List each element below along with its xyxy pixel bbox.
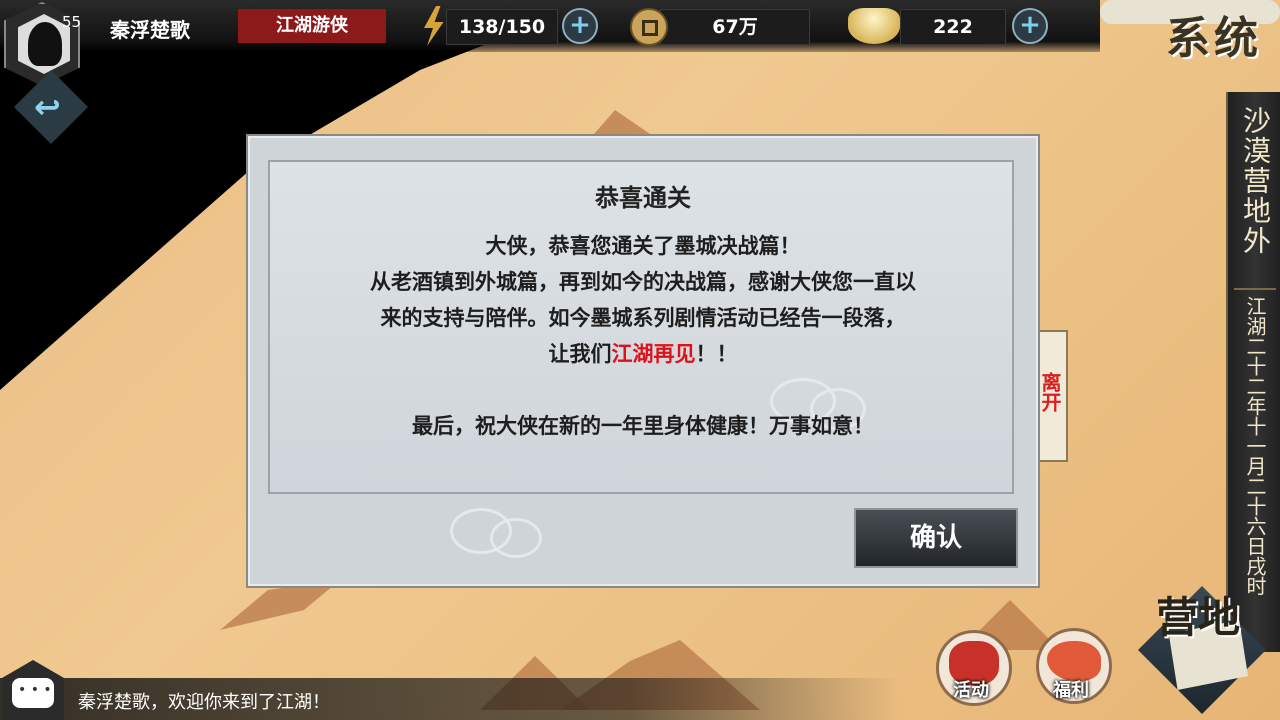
activity-label: 活动	[953, 680, 989, 701]
add-stamina-plus-icon[interactable]: +	[562, 8, 598, 44]
benefits-label: 福利	[1053, 680, 1089, 701]
player-level: 55	[62, 13, 82, 31]
system-label: 系统	[1166, 13, 1262, 64]
message-line: 让我们江湖再见！！	[250, 336, 1036, 372]
message-line: 最后，祝大侠在新的一年里身体健康！万事如意！	[412, 414, 874, 438]
player-title-badge[interactable]: 江湖游侠	[238, 9, 386, 43]
message-line: 来的支持与陪伴。如今墨城系列剧情活动已经告一段落，	[380, 306, 906, 330]
avatar-hair	[28, 22, 62, 66]
system-menu-button[interactable]: 系统	[1100, 0, 1280, 80]
player-name: 秦浮楚歌	[110, 18, 190, 42]
gold-ingot-icon	[848, 8, 900, 44]
back-arrow-icon: ↩	[34, 88, 61, 126]
dialog-message: 大侠，恭喜您通关了墨城决战篇！ 从老酒镇到外城篇，再到如今的决战篇，感谢大侠您一…	[250, 228, 1036, 444]
chat-bubble-icon	[12, 678, 54, 708]
message-line: 从老酒镇到外城篇，再到如今的决战篇，感谢大侠您一直以	[370, 270, 916, 294]
stamina-value: 138/150	[446, 9, 558, 45]
location-banner: 沙漠营地外 江湖二十二年十一月二十六日戌时	[1226, 92, 1280, 652]
banner-divider	[1234, 288, 1276, 290]
game-date: 江湖二十二年十一月二十六日戌时	[1243, 296, 1267, 596]
confirm-button[interactable]: 确认	[854, 508, 1018, 568]
message-text: ！！	[695, 342, 738, 366]
coins-value: 67万	[660, 9, 810, 45]
wave-ornament	[490, 518, 542, 558]
congratulations-dialog: 恭喜通关 大侠，恭喜您通关了墨城决战篇！ 从老酒镇到外城篇，再到如今的决战篇，感…	[248, 136, 1038, 586]
highlight-text: 江湖再见	[611, 342, 696, 366]
camp-label: 营地	[1156, 593, 1241, 642]
dialog-title: 恭喜通关	[595, 184, 691, 212]
ingots-value: 222	[900, 9, 1006, 45]
leave-label: 离开	[1038, 372, 1062, 412]
add-ingots-plus-icon[interactable]: +	[1012, 8, 1048, 44]
chat-message: 秦浮楚歌，欢迎你来到了江湖！	[78, 692, 330, 713]
coin-icon	[630, 8, 668, 46]
koi-fish-icon	[1047, 641, 1101, 681]
message-line: 大侠，恭喜您通关了墨城决战篇！	[485, 234, 801, 258]
location-name: 沙漠营地外	[1239, 106, 1272, 256]
message-text: 让我们	[548, 342, 612, 366]
